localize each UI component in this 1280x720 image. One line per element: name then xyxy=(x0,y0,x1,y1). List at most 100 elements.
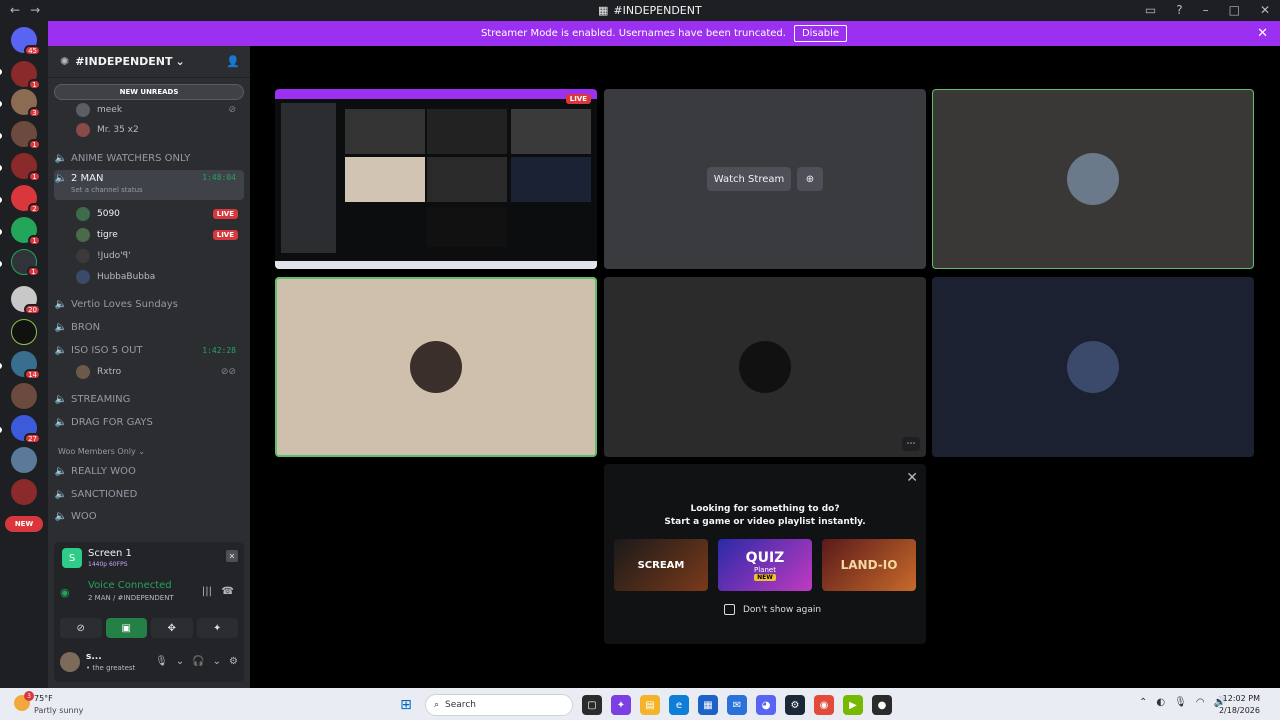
help-icon[interactable]: ? xyxy=(1176,3,1182,17)
user-tile-2[interactable] xyxy=(275,277,597,457)
chevron-up-icon[interactable]: ⌃ xyxy=(1139,697,1147,708)
server-icon-8[interactable]: 20 xyxy=(11,286,41,315)
voice-channel-streaming[interactable]: 🔈 STREAMING xyxy=(54,389,244,409)
server-icon-1[interactable]: 1 xyxy=(11,61,41,90)
steam-icon[interactable]: ⚙ xyxy=(785,695,805,715)
game-card-quiz[interactable]: QUIZ Planet NEW xyxy=(718,539,812,591)
badge: 1 xyxy=(27,266,40,277)
server-icon-4[interactable]: 1 xyxy=(11,153,41,182)
more-options-icon[interactable]: ⋯ xyxy=(902,437,920,451)
screen-share-icon: S xyxy=(62,548,82,568)
voice-channel-sanctioned[interactable]: 🔈 SANCTIONED xyxy=(54,484,244,504)
voice-channel-bron[interactable]: 🔈 BRON xyxy=(54,317,244,337)
server-icon-14[interactable] xyxy=(11,479,37,505)
voice-channel-2-man[interactable]: 🔈 2 MAN 1:48:04 Set a channel status xyxy=(54,170,244,200)
share-screen-button[interactable]: ▣ xyxy=(105,618,147,638)
outlook-icon[interactable]: ✉ xyxy=(727,695,747,715)
dont-show-again[interactable]: Don't show again xyxy=(724,604,821,615)
back-arrow-icon[interactable]: ← xyxy=(10,3,20,17)
voice-user[interactable]: 5090 LIVE xyxy=(76,204,242,224)
user-tile-1[interactable] xyxy=(932,89,1254,269)
voice-channel-iso[interactable]: 🔈 ISO ISO 5 OUT 1:42:28 xyxy=(54,340,244,360)
disconnect-icon[interactable]: ☎ xyxy=(222,586,234,597)
maximize-icon[interactable]: □ xyxy=(1229,3,1240,17)
file-explorer-icon[interactable]: ▤ xyxy=(640,695,660,715)
noise-suppression-icon[interactable]: ||| xyxy=(202,586,212,597)
stop-share-icon[interactable]: ✕ xyxy=(226,550,238,562)
checkbox[interactable] xyxy=(724,604,735,615)
activities-button[interactable]: ✥ xyxy=(151,618,193,638)
edge-icon[interactable]: e xyxy=(669,695,689,715)
voice-user[interactable]: tigre LIVE xyxy=(76,225,242,245)
task-view-icon[interactable]: ▢ xyxy=(582,695,602,715)
stream-tile-screen-share[interactable]: LIVE xyxy=(275,89,597,269)
clock[interactable]: 12:02 PM 2/18/2026 xyxy=(1219,693,1260,717)
home-server[interactable]: 45 xyxy=(11,27,41,56)
inbox-icon[interactable]: ▭ xyxy=(1145,3,1156,17)
voice-channel-drag[interactable]: 🔈 DRAG FOR GAYS xyxy=(54,412,244,432)
microphone-icon[interactable]: 🎙 xyxy=(155,656,168,667)
voice-user[interactable]: !Judo'ꟼ' xyxy=(76,246,242,266)
discord-icon[interactable]: ◕ xyxy=(756,695,776,715)
speaker-icon: 🔈 xyxy=(54,393,68,405)
server-icon-10[interactable]: 14 xyxy=(11,351,41,380)
server-icon-5[interactable]: 2 xyxy=(11,185,41,214)
add-server-icon[interactable]: 1 xyxy=(11,249,40,277)
weather-widget[interactable]: 3 75°F Partly sunny xyxy=(10,691,110,716)
app-icon[interactable]: ● xyxy=(872,695,892,715)
server-header[interactable]: ✺ #INDEPENDENT ⌄ 👤 xyxy=(48,46,250,78)
server-icon-11[interactable] xyxy=(11,383,37,409)
channel-status[interactable]: Set a channel status xyxy=(71,186,143,194)
voice-user[interactable]: Rxtro ⊘⊘ xyxy=(76,362,242,382)
voice-channel-woo[interactable]: 🔈 WOO xyxy=(54,506,244,526)
copilot-icon[interactable]: ✦ xyxy=(611,695,631,715)
close-window-icon[interactable]: ✕ xyxy=(1260,3,1270,17)
category-woo-members[interactable]: Woo Members Only ⌄ xyxy=(58,447,145,456)
stream-tile-watch[interactable]: Watch Stream ⊕ xyxy=(604,89,926,269)
popout-icon[interactable]: ⊕ xyxy=(797,167,823,191)
app-tray-icon[interactable]: ◐ xyxy=(1156,697,1165,708)
voice-channel-really-woo[interactable]: 🔈 REALLY WOO xyxy=(54,461,244,481)
game-card-scream[interactable]: SCREAM xyxy=(614,539,708,591)
signal-icon[interactable]: ◉ xyxy=(60,586,70,599)
ea-server-icon[interactable] xyxy=(11,319,37,345)
voice-user[interactable]: HubbaBubba xyxy=(76,267,242,287)
server-icon-2[interactable]: 3 xyxy=(11,89,41,118)
add-member-icon[interactable]: 👤 xyxy=(226,55,240,68)
store-icon[interactable]: ▦ xyxy=(698,695,718,715)
forward-arrow-icon[interactable]: → xyxy=(30,3,40,17)
voice-user[interactable]: meek ⊘ xyxy=(76,100,242,120)
server-icon-6[interactable]: 1 xyxy=(11,217,41,246)
server-icon-13[interactable] xyxy=(11,447,37,473)
server-icon-3[interactable]: 1 xyxy=(11,121,41,150)
chevron-down-icon[interactable]: ⌄ xyxy=(213,656,221,667)
close-banner-icon[interactable]: ✕ xyxy=(1257,26,1268,41)
voice-user[interactable]: Mr. 35 x2 xyxy=(76,120,242,140)
voice-channel-vertio[interactable]: 🔈 Vertio Loves Sundays xyxy=(54,294,244,314)
headphones-icon[interactable]: 🎧 xyxy=(192,656,204,667)
minimize-icon[interactable]: – xyxy=(1203,3,1209,17)
avatar[interactable] xyxy=(60,652,80,672)
chrome-icon[interactable]: ◉ xyxy=(814,695,834,715)
speaker-icon: 🔈 xyxy=(54,152,68,164)
user-tile-3[interactable]: ⋯ xyxy=(604,277,926,457)
camera-button[interactable]: ⊘ xyxy=(60,618,102,638)
settings-gear-icon[interactable]: ⚙ xyxy=(229,656,238,667)
chevron-down-icon[interactable]: ⌄ xyxy=(176,656,184,667)
screen-quality: 1440p 60FPS xyxy=(88,561,128,568)
close-icon[interactable]: ✕ xyxy=(906,470,918,486)
disable-button[interactable]: Disable xyxy=(793,25,848,42)
new-unreads-pill[interactable]: NEW UNREADS xyxy=(54,84,244,100)
wifi-icon[interactable]: ◠ xyxy=(1196,697,1205,708)
game-card-land-io[interactable]: LAND-IO xyxy=(822,539,916,591)
nvidia-icon[interactable]: ▶ xyxy=(843,695,863,715)
watch-stream-button[interactable]: Watch Stream xyxy=(707,167,791,191)
server-icon-12[interactable]: 27 xyxy=(11,415,41,444)
new-badge[interactable]: NEW xyxy=(5,516,43,532)
user-tile-4[interactable] xyxy=(932,277,1254,457)
windows-start-icon[interactable]: ⊞ xyxy=(396,695,416,715)
voice-channel-anime[interactable]: 🔈 ANIME WATCHERS ONLY xyxy=(54,148,244,168)
search-box[interactable]: ⌕ Search xyxy=(425,694,573,716)
soundboard-button[interactable]: ✦ xyxy=(196,618,238,638)
microphone-icon[interactable]: 🎙 xyxy=(1174,697,1187,708)
